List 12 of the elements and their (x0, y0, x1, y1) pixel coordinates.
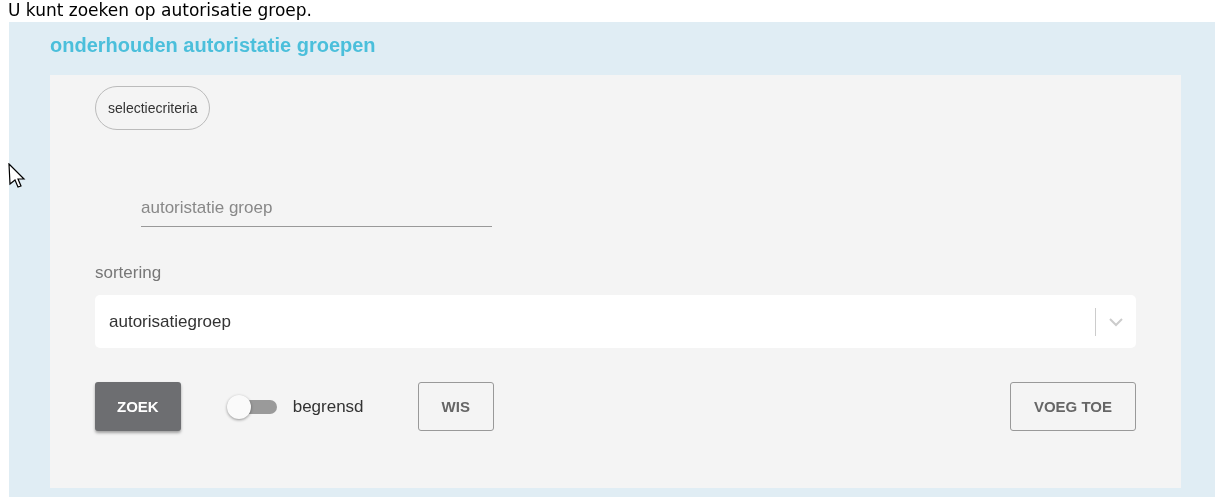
sort-dropdown[interactable]: autorisatiegroep (95, 295, 1136, 348)
toggle-label: begrensd (292, 396, 364, 417)
search-button[interactable]: ZOEK (95, 382, 181, 431)
input-field[interactable]: autoristatie groep (141, 194, 492, 227)
chevron-down-icon (1108, 316, 1124, 327)
mouse-pointer-icon (8, 163, 26, 189)
action-button[interactable]: VOEG TOE (1009, 382, 1136, 431)
panel-title: onderhouden autoristatie groepen (50, 34, 377, 57)
intro-text: U kunt zoeken op autorisatie groep. (7, 0, 313, 22)
action-button[interactable]: WIS (417, 382, 494, 431)
field-label: sortering (95, 263, 163, 283)
toggle-switch[interactable] (226, 396, 277, 417)
